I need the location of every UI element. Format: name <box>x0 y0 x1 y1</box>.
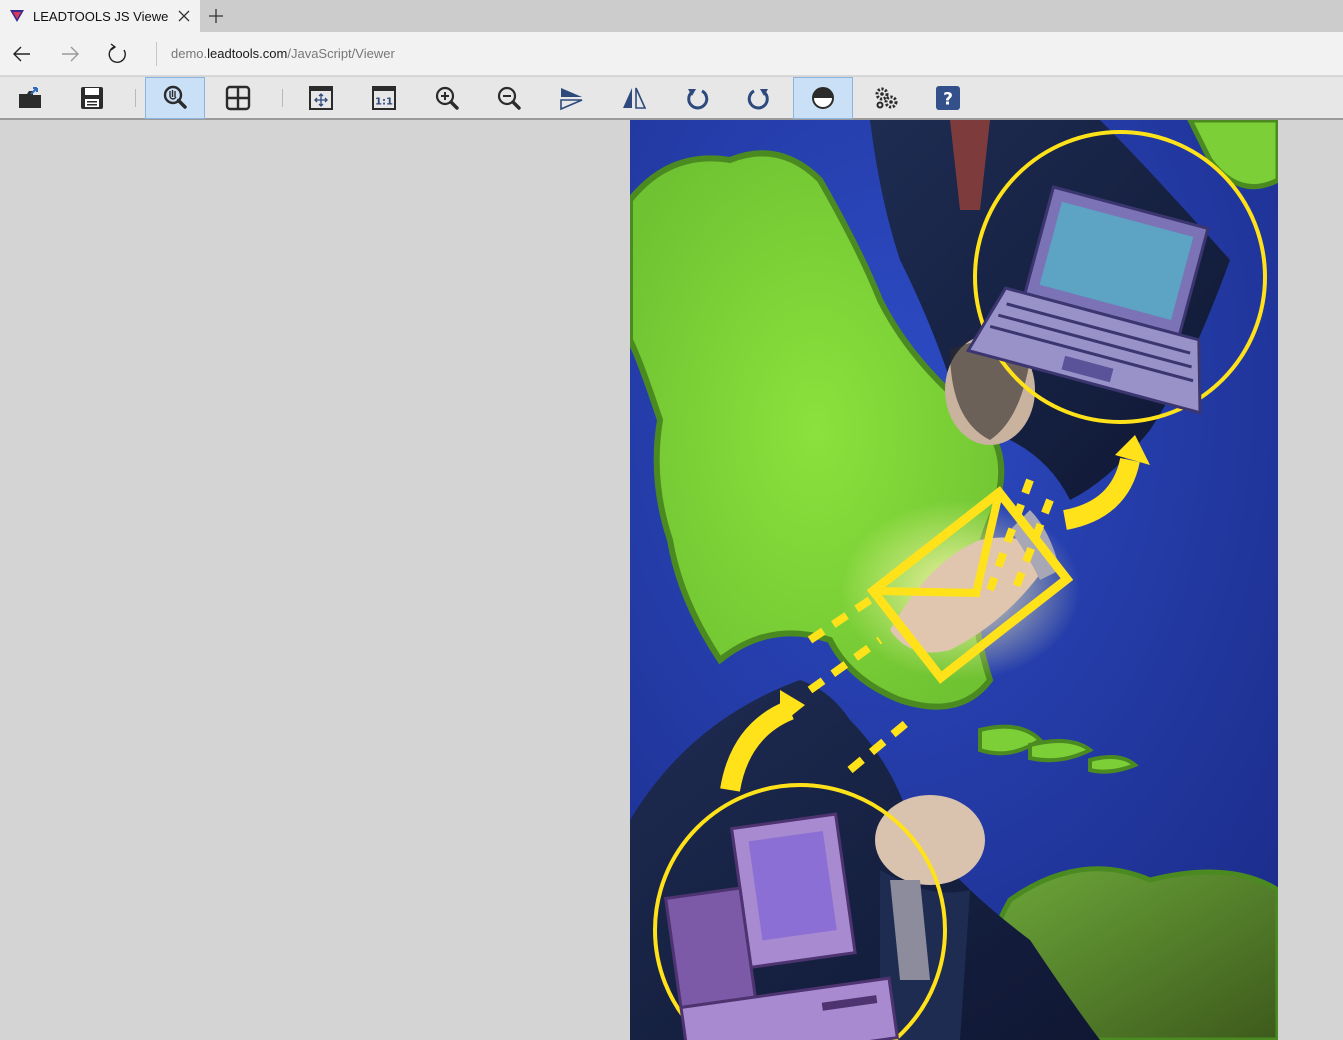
fit-page-button[interactable] <box>291 77 351 119</box>
help-label: ? <box>943 90 953 110</box>
rotate-ccw-icon <box>687 89 709 110</box>
invert-icon <box>812 87 834 109</box>
leadtools-logo-icon <box>10 10 24 22</box>
flip-icon <box>560 88 583 111</box>
open-button[interactable] <box>0 77 60 119</box>
magnify-hand-icon <box>163 85 187 109</box>
save-button[interactable] <box>62 77 122 119</box>
save-icon <box>81 87 103 109</box>
viewer-toolbar: 1:1 ? <box>0 77 1343 120</box>
browser-navbar: demo.leadtools.com/JavaScript/Viewer <box>0 32 1343 76</box>
toolbar-separator <box>135 89 136 107</box>
address-separator <box>156 42 157 66</box>
back-icon[interactable] <box>10 42 34 66</box>
address-path: /JavaScript/Viewer <box>287 46 395 61</box>
close-tab-icon[interactable] <box>175 7 193 25</box>
grid-button[interactable] <box>208 77 268 119</box>
browser-tab[interactable]: LEADTOOLS JS Viewer Demo <box>0 0 200 32</box>
actual-size-button[interactable]: 1:1 <box>354 77 414 119</box>
pan-zoom-button[interactable] <box>145 77 205 119</box>
invert-button[interactable] <box>793 77 853 119</box>
address-domain: leadtools.com <box>207 46 288 61</box>
image-viewer[interactable] <box>0 120 1343 1040</box>
browser-tab-strip: LEADTOOLS JS Viewer Demo <box>0 0 1343 32</box>
flip-button[interactable] <box>541 77 601 119</box>
tab-title: LEADTOOLS JS Viewer Demo <box>33 9 169 24</box>
address-bar[interactable]: demo.leadtools.com/JavaScript/Viewer <box>171 46 395 62</box>
gears-icon <box>875 87 898 109</box>
toolbar-separator <box>282 89 283 107</box>
forward-icon[interactable] <box>58 42 82 66</box>
settings-button[interactable] <box>856 77 916 119</box>
zoom-in-icon <box>435 86 459 110</box>
zoom-out-icon <box>497 86 521 110</box>
actual-size-icon: 1:1 <box>372 86 396 110</box>
actual-size-label: 1:1 <box>375 97 393 108</box>
open-folder-icon <box>19 87 41 108</box>
zoom-in-button[interactable] <box>417 77 477 119</box>
rotate-right-button[interactable] <box>729 77 789 119</box>
help-button[interactable]: ? <box>918 77 978 119</box>
reverse-icon <box>623 87 647 109</box>
fit-page-icon <box>309 86 333 110</box>
zoom-out-button[interactable] <box>479 77 539 119</box>
help-icon: ? <box>936 86 960 110</box>
reverse-button[interactable] <box>604 77 664 119</box>
rotate-cw-icon <box>747 89 769 110</box>
new-tab-icon[interactable] <box>206 6 226 26</box>
rotate-left-button[interactable] <box>667 77 727 119</box>
refresh-icon[interactable] <box>106 42 130 66</box>
document-image[interactable] <box>630 120 1278 1040</box>
grid-icon <box>225 85 251 111</box>
address-prefix: demo. <box>171 46 208 61</box>
